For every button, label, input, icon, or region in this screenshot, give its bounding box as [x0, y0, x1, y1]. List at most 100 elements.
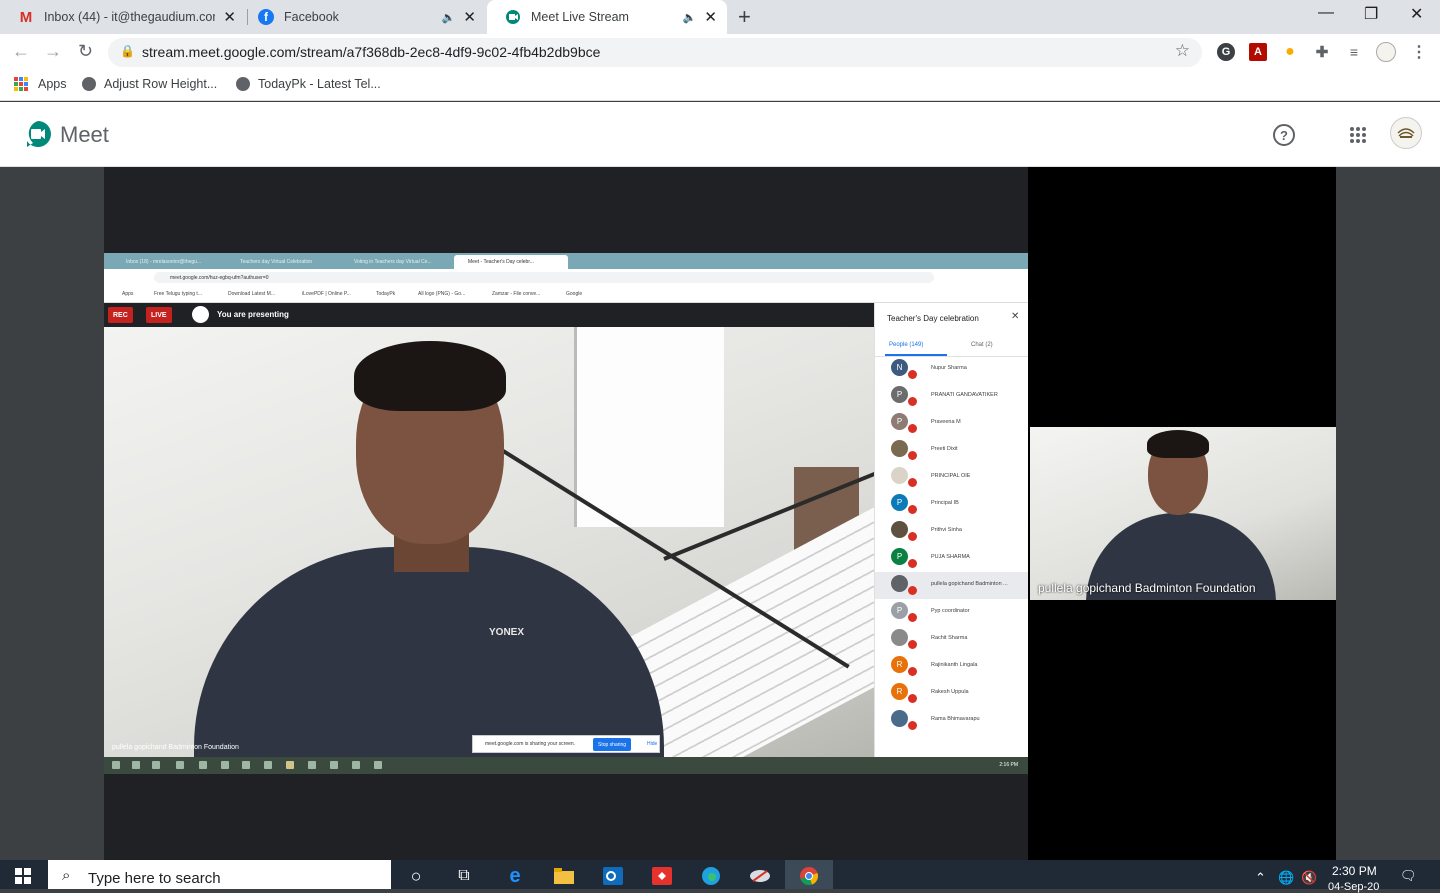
stop-sharing-button[interactable]: Stop sharing	[593, 738, 632, 751]
participant-row[interactable]: Rachit Sharma	[875, 626, 1028, 653]
browser-toolbar: ← → ↻ 🔒 stream.meet.google.com/stream/a7…	[0, 34, 1440, 70]
new-tab-icon[interactable]: +	[738, 4, 751, 30]
file-explorer-icon[interactable]	[552, 864, 576, 888]
media-control-icon[interactable]: ≡	[1345, 43, 1363, 61]
tray-chevron-icon[interactable]: ⌃	[1255, 870, 1266, 886]
participant-name: Prithvi Sinha	[931, 527, 962, 533]
close-tab-icon[interactable]: ✕	[704, 8, 717, 26]
presenting-text: You are presenting	[217, 310, 289, 319]
close-icon[interactable]: ✕	[1011, 311, 1019, 322]
participant-avatar: R	[891, 683, 908, 700]
google-apps-icon[interactable]	[1350, 127, 1366, 143]
notifications-icon[interactable]: 🗨	[1400, 868, 1417, 884]
participant-row[interactable]: P Praveena M	[875, 410, 1028, 437]
acrobat-icon[interactable]: A	[1249, 43, 1267, 61]
shared-bookmark: Apps	[122, 291, 134, 297]
help-icon[interactable]: ?	[1273, 124, 1295, 146]
taskbar-app-icon	[352, 761, 360, 769]
participant-row[interactable]: P PUJA SHARMA	[875, 545, 1028, 572]
shared-tab: Inbox (18) - mrelasontor@thegu...	[126, 259, 202, 265]
participant-avatar	[891, 575, 908, 592]
shared-url: meet.google.com/huz-egbq-ufm?authuser=0	[154, 272, 934, 283]
chrome-icon[interactable]	[797, 864, 821, 888]
close-window-icon[interactable]: ✕	[1410, 4, 1423, 24]
shared-bookmark: Zamzar - File conve...	[492, 291, 541, 297]
taskbar-app-icon	[374, 761, 382, 769]
clock-date[interactable]: 04-Sep-20	[1328, 881, 1379, 893]
rec-badge: REC	[108, 307, 133, 323]
back-icon[interactable]: ←	[12, 41, 30, 62]
tab-title: Meet Live Stream	[531, 10, 629, 24]
meet-header: Meet ?	[0, 102, 1440, 167]
clock-time[interactable]: 2:30 PM	[1332, 864, 1377, 878]
tab-facebook[interactable]: f Facebook 🔈 ✕	[240, 0, 486, 34]
volume-muted-icon[interactable]: 🔇	[1301, 870, 1317, 886]
mic-muted-icon	[908, 397, 917, 406]
bulb-icon[interactable]: ●	[1281, 43, 1299, 61]
tab-meet-live-stream[interactable]: Meet Live Stream 🔈 ✕	[487, 0, 727, 34]
outlook-icon[interactable]	[601, 864, 625, 888]
menu-dots-icon[interactable]: ⋮	[1410, 43, 1428, 61]
windows-search-box[interactable]: ⌕ Type here to search	[48, 860, 391, 889]
live-badge: LIVE	[146, 307, 172, 323]
edge-icon[interactable]	[699, 864, 723, 888]
internet-explorer-icon[interactable]: e	[503, 864, 527, 888]
forward-icon[interactable]: →	[44, 41, 62, 62]
facebook-icon: f	[258, 9, 274, 25]
participant-row[interactable]: Rama Bhimavarapu	[875, 707, 1028, 734]
extensions-icon[interactable]: ✚	[1313, 43, 1331, 61]
grammarly-icon[interactable]: G	[1217, 43, 1235, 61]
taskbar-app-icon	[330, 761, 338, 769]
participant-row[interactable]: P Pyp coordinator	[875, 599, 1028, 626]
tab-gmail[interactable]: M Inbox (44) - it@thegaudium.com ✕	[0, 0, 246, 34]
shirt-logo: YONEX	[489, 627, 525, 638]
bookmark-star-icon[interactable]: ☆	[1175, 41, 1190, 61]
bookmark-adjust-row-height[interactable]: Adjust Row Height...	[82, 77, 217, 91]
participant-row[interactable]: Preeti Dixit	[875, 437, 1028, 464]
participant-row[interactable]: Prithvi Sinha	[875, 518, 1028, 545]
address-bar[interactable]: 🔒 stream.meet.google.com/stream/a7f368db…	[108, 38, 1202, 67]
speaker-icon[interactable]: 🔈	[683, 11, 697, 24]
network-icon[interactable]: 🌐	[1278, 870, 1294, 886]
shared-bookmark: All logo (PNG) - Go...	[418, 291, 466, 297]
gmail-icon: M	[19, 8, 33, 26]
participant-row[interactable]: R Rakesh Uppula	[875, 680, 1028, 707]
close-tab-icon[interactable]: ✕	[463, 8, 476, 26]
anydesk-icon[interactable]	[650, 864, 674, 888]
participant-row[interactable]: pullela gopichand Badminton ...	[875, 572, 1028, 599]
mic-muted-icon	[908, 586, 917, 595]
lock-icon: 🔒	[120, 44, 135, 58]
snipping-tool-icon[interactable]	[748, 864, 772, 888]
participant-row[interactable]: PRINCIPAL OIE	[875, 464, 1028, 491]
participant-name: Rachit Sharma	[931, 635, 968, 641]
reload-icon[interactable]: ↻	[78, 41, 93, 62]
bookmark-todaypk[interactable]: TodayPk - Latest Tel...	[236, 77, 381, 91]
participant-row[interactable]: R Rajinikanth Lingala	[875, 653, 1028, 680]
shared-screen: Inbox (18) - mrelasontor@thegu... Teache…	[104, 253, 1028, 774]
hide-button[interactable]: Hide	[647, 741, 657, 747]
participant-row[interactable]: N Nupur Sharma	[875, 356, 1028, 383]
mic-muted-icon	[908, 721, 917, 730]
cortana-icon[interactable]: ○	[404, 864, 428, 888]
windows-start-icon[interactable]	[15, 868, 31, 884]
tab-title: Facebook	[284, 10, 339, 24]
account-avatar[interactable]	[1390, 117, 1422, 149]
profile-avatar[interactable]	[1376, 42, 1396, 62]
participant-video: pullela gopichand Badminton Foundation	[1030, 427, 1336, 600]
participant-row[interactable]: P PRANATI GANDAVATIKER	[875, 383, 1028, 410]
tab-chat[interactable]: Chat (2)	[971, 342, 993, 348]
tab-people[interactable]: People (149)	[889, 342, 923, 348]
restore-icon[interactable]: ❐	[1364, 4, 1378, 24]
minimize-icon[interactable]: —	[1318, 4, 1334, 22]
participant-hair	[1147, 430, 1209, 458]
participant-name-label: pullela gopichand Badminton Foundation	[1038, 581, 1256, 595]
meet-logo-icon[interactable]	[24, 120, 52, 148]
speaker-icon[interactable]: 🔈	[442, 11, 456, 24]
participant-name: Principal IB	[931, 500, 959, 506]
bookmark-apps[interactable]: Apps	[14, 77, 67, 91]
task-view-icon[interactable]: ⧉	[452, 864, 476, 888]
shared-bookmark: Free Telugu typing t...	[154, 291, 202, 297]
close-tab-icon[interactable]: ✕	[223, 8, 236, 26]
participant-row[interactable]: P Principal IB	[875, 491, 1028, 518]
tab-title: Inbox (44) - it@thegaudium.com	[44, 10, 216, 24]
